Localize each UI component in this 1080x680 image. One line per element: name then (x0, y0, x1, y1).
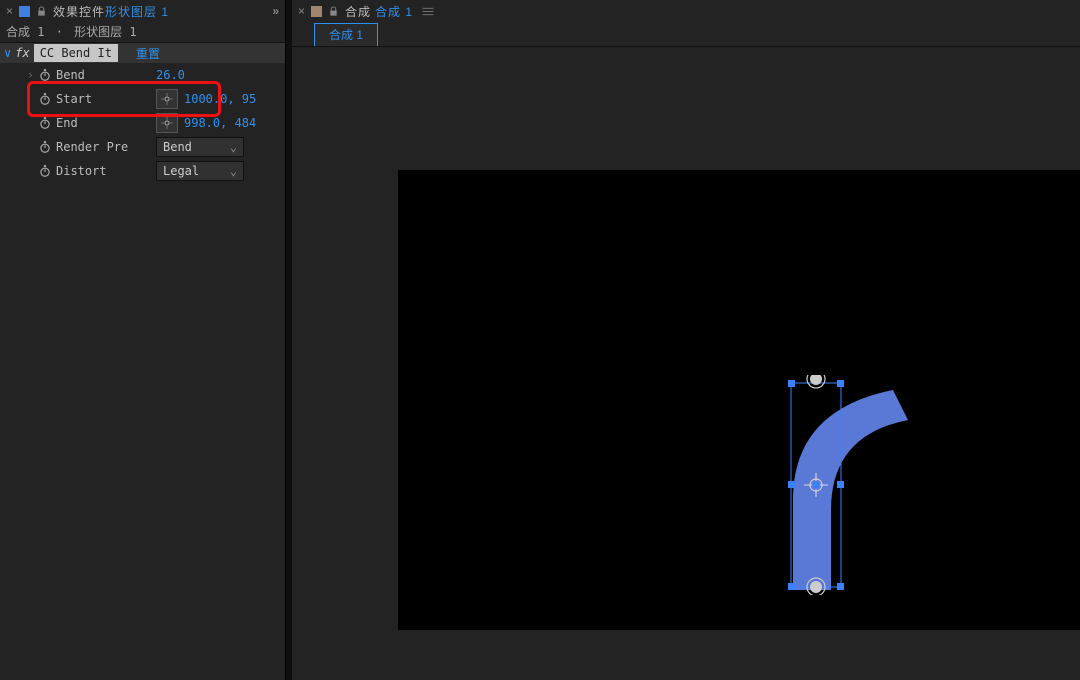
panel-overflow-icon[interactable]: » (272, 4, 279, 18)
composition-panel: × 合成 合成 1 合成 1 (292, 0, 1080, 680)
prop-distort-dropdown[interactable]: Legal ⌄ (156, 161, 244, 181)
dropdown-value: Bend (163, 140, 192, 154)
crumb-layer[interactable]: 形状图层 1 (74, 25, 136, 39)
twirl-icon[interactable]: › (27, 68, 34, 82)
crumb-sep: · (56, 25, 63, 39)
stopwatch-icon[interactable] (38, 116, 52, 130)
selection-bounding-box[interactable] (788, 375, 844, 595)
prop-end-row: End 998.0, 484 (0, 111, 285, 135)
stopwatch-icon[interactable] (38, 92, 52, 106)
composition-canvas[interactable] (398, 170, 1080, 630)
panel-title-comp[interactable]: 合成 1 (375, 3, 413, 20)
prop-end-label: End (56, 116, 156, 130)
breadcrumb: 合成 1 · 形状图层 1 (0, 22, 285, 42)
effect-header[interactable]: ∨ fx CC Bend It 重置 (0, 42, 285, 63)
panel-title-layer[interactable]: 形状图层 1 (105, 3, 169, 20)
prop-render-dropdown[interactable]: Bend ⌄ (156, 137, 244, 157)
comp-subtab-active[interactable]: 合成 1 (314, 23, 378, 46)
prop-end-value[interactable]: 998.0, 484 (184, 116, 256, 130)
prop-distort-row: Distort Legal ⌄ (0, 159, 285, 183)
panel-title: 合成 (345, 3, 371, 20)
panel-title: 效果控件 (53, 3, 105, 20)
point-picker-icon[interactable] (156, 113, 178, 133)
chevron-down-icon: ⌄ (230, 164, 237, 178)
effect-controls-tab-header: × 效果控件 形状图层 1 » (0, 0, 285, 22)
lock-icon[interactable] (328, 6, 339, 17)
composition-tab-header: × 合成 合成 1 (292, 0, 1080, 22)
stopwatch-icon[interactable] (38, 140, 52, 154)
prop-start-row: Start 1000.0, 95 (0, 87, 285, 111)
effect-reset-link[interactable]: 重置 (136, 45, 160, 62)
viewport[interactable] (292, 50, 1080, 680)
panel-menu-icon[interactable] (421, 6, 435, 17)
prop-bend-value[interactable]: 26.0 (156, 68, 185, 82)
stopwatch-icon[interactable] (38, 68, 52, 82)
prop-distort-label: Distort (56, 164, 156, 178)
crumb-comp[interactable]: 合成 1 (6, 25, 44, 39)
lock-icon[interactable] (36, 6, 47, 17)
layer-color-swatch (19, 6, 30, 17)
prop-render-label: Render Pre (56, 140, 156, 154)
point-picker-icon[interactable] (156, 89, 178, 109)
comp-subtabs: 合成 1 (292, 22, 1080, 47)
prop-render-row: Render Pre Bend ⌄ (0, 135, 285, 159)
comp-color-swatch (311, 6, 322, 17)
prop-bend-label: Bend (56, 68, 156, 82)
close-tab-icon[interactable]: × (6, 4, 13, 18)
stopwatch-icon[interactable] (38, 164, 52, 178)
chevron-down-icon: ⌄ (230, 140, 237, 154)
dropdown-value: Legal (163, 164, 199, 178)
effect-name[interactable]: CC Bend It (34, 44, 118, 62)
anchor-point-icon[interactable] (804, 473, 828, 497)
effect-twirl-icon[interactable]: ∨ (4, 46, 11, 60)
prop-bend-row: › Bend 26.0 (0, 63, 285, 87)
close-tab-icon[interactable]: × (298, 4, 305, 18)
prop-start-value[interactable]: 1000.0, 95 (184, 92, 256, 106)
fx-badge[interactable]: fx (15, 46, 29, 60)
effect-controls-panel: × 效果控件 形状图层 1 » 合成 1 · 形状图层 1 ∨ fx CC Be… (0, 0, 286, 680)
prop-start-label: Start (56, 92, 156, 106)
